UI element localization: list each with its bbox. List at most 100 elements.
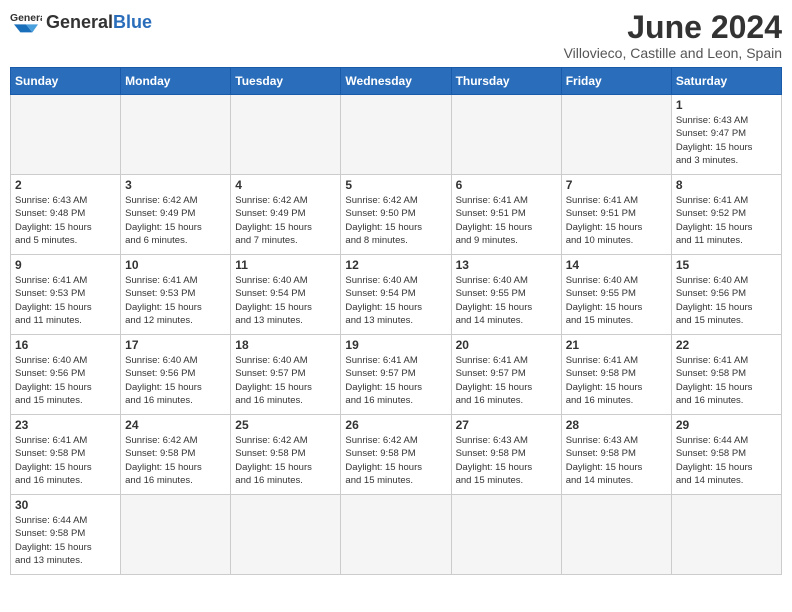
weekday-header-saturday: Saturday (671, 68, 781, 95)
day-number: 20 (456, 338, 557, 352)
calendar-subtitle: Villovieco, Castille and Leon, Spain (564, 45, 782, 61)
day-number: 3 (125, 178, 226, 192)
day-info: Sunrise: 6:40 AM Sunset: 9:57 PM Dayligh… (235, 354, 336, 407)
day-number: 21 (566, 338, 667, 352)
logo-text: GeneralBlue (46, 12, 152, 32)
calendar-cell: 18 Sunrise: 6:40 AM Sunset: 9:57 PM Dayli… (231, 335, 341, 415)
day-info: Sunrise: 6:43 AM Sunset: 9:58 PM Dayligh… (566, 434, 667, 487)
weekday-header-friday: Friday (561, 68, 671, 95)
calendar-cell: 28 Sunrise: 6:43 AM Sunset: 9:58 PM Dayli… (561, 415, 671, 495)
day-number: 18 (235, 338, 336, 352)
day-info: Sunrise: 6:41 AM Sunset: 9:51 PM Dayligh… (566, 194, 667, 247)
calendar-cell (341, 95, 451, 175)
calendar-cell: 15Sunrise: 6:40 AM Sunset: 9:56 PM Dayli… (671, 255, 781, 335)
calendar-cell: 17Sunrise: 6:40 AM Sunset: 9:56 PM Dayli… (121, 335, 231, 415)
calendar-cell: 9 Sunrise: 6:41 AM Sunset: 9:53 PM Daylig… (11, 255, 121, 335)
day-number: 10 (125, 258, 226, 272)
day-info: Sunrise: 6:41 AM Sunset: 9:57 PM Dayligh… (345, 354, 446, 407)
generalblue-logo-icon: General (10, 10, 42, 34)
calendar-cell: 30Sunrise: 6:44 AM Sunset: 9:58 PM Dayli… (11, 495, 121, 575)
day-number: 11 (235, 258, 336, 272)
calendar-cell: 8 Sunrise: 6:41 AM Sunset: 9:52 PM Daylig… (671, 175, 781, 255)
calendar-cell (561, 95, 671, 175)
calendar-cell: 25 Sunrise: 6:42 AM Sunset: 9:58 PM Dayli… (231, 415, 341, 495)
day-number: 4 (235, 178, 336, 192)
calendar-cell: 3 Sunrise: 6:42 AM Sunset: 9:49 PM Daylig… (121, 175, 231, 255)
day-info: Sunrise: 6:40 AM Sunset: 9:54 PM Dayligh… (235, 274, 336, 327)
week-row-5: 30Sunrise: 6:44 AM Sunset: 9:58 PM Dayli… (11, 495, 782, 575)
day-info: Sunrise: 6:42 AM Sunset: 9:49 PM Dayligh… (235, 194, 336, 247)
day-info: Sunrise: 6:42 AM Sunset: 9:49 PM Dayligh… (125, 194, 226, 247)
day-info: Sunrise: 6:43 AM Sunset: 9:48 PM Dayligh… (15, 194, 116, 247)
weekday-header-monday: Monday (121, 68, 231, 95)
day-info: Sunrise: 6:40 AM Sunset: 9:55 PM Dayligh… (456, 274, 557, 327)
calendar-cell: 10 Sunrise: 6:41 AM Sunset: 9:53 PM Dayli… (121, 255, 231, 335)
calendar-cell: 26 Sunrise: 6:42 AM Sunset: 9:58 PM Dayli… (341, 415, 451, 495)
weekday-header-thursday: Thursday (451, 68, 561, 95)
day-info: Sunrise: 6:43 AM Sunset: 9:58 PM Dayligh… (456, 434, 557, 487)
day-number: 7 (566, 178, 667, 192)
day-info: Sunrise: 6:41 AM Sunset: 9:58 PM Dayligh… (566, 354, 667, 407)
day-number: 1 (676, 98, 777, 112)
calendar-cell: 22Sunrise: 6:41 AM Sunset: 9:58 PM Dayli… (671, 335, 781, 415)
day-number: 27 (456, 418, 557, 432)
day-number: 23 (15, 418, 116, 432)
week-row-3: 16Sunrise: 6:40 AM Sunset: 9:56 PM Dayli… (11, 335, 782, 415)
day-number: 13 (456, 258, 557, 272)
calendar-cell (11, 95, 121, 175)
week-row-1: 2 Sunrise: 6:43 AM Sunset: 9:48 PM Daylig… (11, 175, 782, 255)
day-number: 5 (345, 178, 446, 192)
calendar-table: SundayMondayTuesdayWednesdayThursdayFrid… (10, 67, 782, 575)
day-info: Sunrise: 6:41 AM Sunset: 9:51 PM Dayligh… (456, 194, 557, 247)
day-info: Sunrise: 6:43 AM Sunset: 9:47 PM Dayligh… (676, 114, 777, 167)
day-number: 19 (345, 338, 446, 352)
calendar-cell: 21 Sunrise: 6:41 AM Sunset: 9:58 PM Dayli… (561, 335, 671, 415)
calendar-cell: 19 Sunrise: 6:41 AM Sunset: 9:57 PM Dayli… (341, 335, 451, 415)
day-info: Sunrise: 6:42 AM Sunset: 9:58 PM Dayligh… (345, 434, 446, 487)
calendar-cell: 13 Sunrise: 6:40 AM Sunset: 9:55 PM Dayli… (451, 255, 561, 335)
day-info: Sunrise: 6:41 AM Sunset: 9:53 PM Dayligh… (125, 274, 226, 327)
calendar-cell: 5 Sunrise: 6:42 AM Sunset: 9:50 PM Daylig… (341, 175, 451, 255)
day-number: 12 (345, 258, 446, 272)
calendar-cell (121, 495, 231, 575)
calendar-cell: 7 Sunrise: 6:41 AM Sunset: 9:51 PM Daylig… (561, 175, 671, 255)
day-number: 22 (676, 338, 777, 352)
day-info: Sunrise: 6:40 AM Sunset: 9:55 PM Dayligh… (566, 274, 667, 327)
day-info: Sunrise: 6:42 AM Sunset: 9:50 PM Dayligh… (345, 194, 446, 247)
week-row-0: 1 Sunrise: 6:43 AM Sunset: 9:47 PM Daylig… (11, 95, 782, 175)
day-number: 26 (345, 418, 446, 432)
calendar-cell (451, 495, 561, 575)
day-info: Sunrise: 6:40 AM Sunset: 9:54 PM Dayligh… (345, 274, 446, 327)
logo: General GeneralBlue (10, 10, 152, 34)
day-number: 8 (676, 178, 777, 192)
day-info: Sunrise: 6:41 AM Sunset: 9:58 PM Dayligh… (15, 434, 116, 487)
calendar-cell: 14Sunrise: 6:40 AM Sunset: 9:55 PM Dayli… (561, 255, 671, 335)
day-number: 9 (15, 258, 116, 272)
calendar-cell: 6 Sunrise: 6:41 AM Sunset: 9:51 PM Daylig… (451, 175, 561, 255)
day-info: Sunrise: 6:41 AM Sunset: 9:52 PM Dayligh… (676, 194, 777, 247)
day-number: 2 (15, 178, 116, 192)
calendar-cell: 2 Sunrise: 6:43 AM Sunset: 9:48 PM Daylig… (11, 175, 121, 255)
weekday-header-tuesday: Tuesday (231, 68, 341, 95)
weekday-header-sunday: Sunday (11, 68, 121, 95)
calendar-cell: 4 Sunrise: 6:42 AM Sunset: 9:49 PM Daylig… (231, 175, 341, 255)
week-row-4: 23 Sunrise: 6:41 AM Sunset: 9:58 PM Dayli… (11, 415, 782, 495)
calendar-cell: 16Sunrise: 6:40 AM Sunset: 9:56 PM Dayli… (11, 335, 121, 415)
day-info: Sunrise: 6:41 AM Sunset: 9:53 PM Dayligh… (15, 274, 116, 327)
day-number: 24 (125, 418, 226, 432)
calendar-cell: 11 Sunrise: 6:40 AM Sunset: 9:54 PM Dayli… (231, 255, 341, 335)
title-area: June 2024 Villovieco, Castille and Leon,… (564, 10, 782, 61)
day-number: 6 (456, 178, 557, 192)
day-info: Sunrise: 6:40 AM Sunset: 9:56 PM Dayligh… (676, 274, 777, 327)
week-row-2: 9 Sunrise: 6:41 AM Sunset: 9:53 PM Daylig… (11, 255, 782, 335)
calendar-cell (231, 95, 341, 175)
day-number: 28 (566, 418, 667, 432)
day-info: Sunrise: 6:42 AM Sunset: 9:58 PM Dayligh… (235, 434, 336, 487)
calendar-cell: 23 Sunrise: 6:41 AM Sunset: 9:58 PM Dayli… (11, 415, 121, 495)
calendar-cell: 20Sunrise: 6:41 AM Sunset: 9:57 PM Dayli… (451, 335, 561, 415)
calendar-cell: 12 Sunrise: 6:40 AM Sunset: 9:54 PM Dayli… (341, 255, 451, 335)
day-number: 25 (235, 418, 336, 432)
calendar-cell (121, 95, 231, 175)
day-number: 30 (15, 498, 116, 512)
calendar-cell (341, 495, 451, 575)
